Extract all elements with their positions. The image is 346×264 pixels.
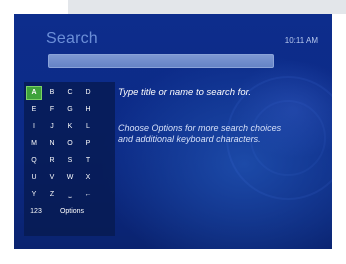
top-strip [68,0,346,14]
search-input[interactable] [48,54,274,68]
space-key[interactable]: ⎵ [62,188,78,202]
key[interactable]: R [44,154,60,168]
clock: 10:11 AM [284,36,318,45]
key[interactable]: Z [44,188,60,202]
search-hint-secondary: Choose Options for more search choices a… [118,123,282,144]
key[interactable]: N [44,137,60,151]
key[interactable]: U [26,171,42,185]
key[interactable]: X [80,171,96,185]
key[interactable]: W [62,171,78,185]
key[interactable]: G [62,103,78,117]
search-screen: Search 10:11 AM A B C D E F G H I J K L … [14,14,332,249]
key[interactable]: F [44,103,60,117]
onscreen-keyboard: A B C D E F G H I J K L M N O P Q R S T … [24,82,115,236]
options-key[interactable]: Options [52,205,92,219]
key[interactable]: L [80,120,96,134]
backspace-key[interactable]: ← [80,188,96,202]
key[interactable]: B [44,86,60,100]
key[interactable]: C [62,86,78,100]
key[interactable]: Y [26,188,42,202]
key[interactable]: E [26,103,42,117]
key[interactable]: V [44,171,60,185]
key[interactable]: I [26,120,42,134]
search-query [49,63,53,72]
numbers-key[interactable]: 123 [26,205,46,219]
search-hint-primary: Type title or name to search for. [118,87,252,98]
page-title: Search [46,30,98,47]
key[interactable]: K [62,120,78,134]
key[interactable]: Q [26,154,42,168]
key[interactable]: O [62,137,78,151]
key[interactable]: A [26,86,42,100]
bottom-margin [0,249,346,264]
key[interactable]: S [62,154,78,168]
key[interactable]: T [80,154,96,168]
key[interactable]: D [80,86,96,100]
key[interactable]: M [26,137,42,151]
key[interactable]: H [80,103,96,117]
key[interactable]: J [44,120,60,134]
key[interactable]: P [80,137,96,151]
